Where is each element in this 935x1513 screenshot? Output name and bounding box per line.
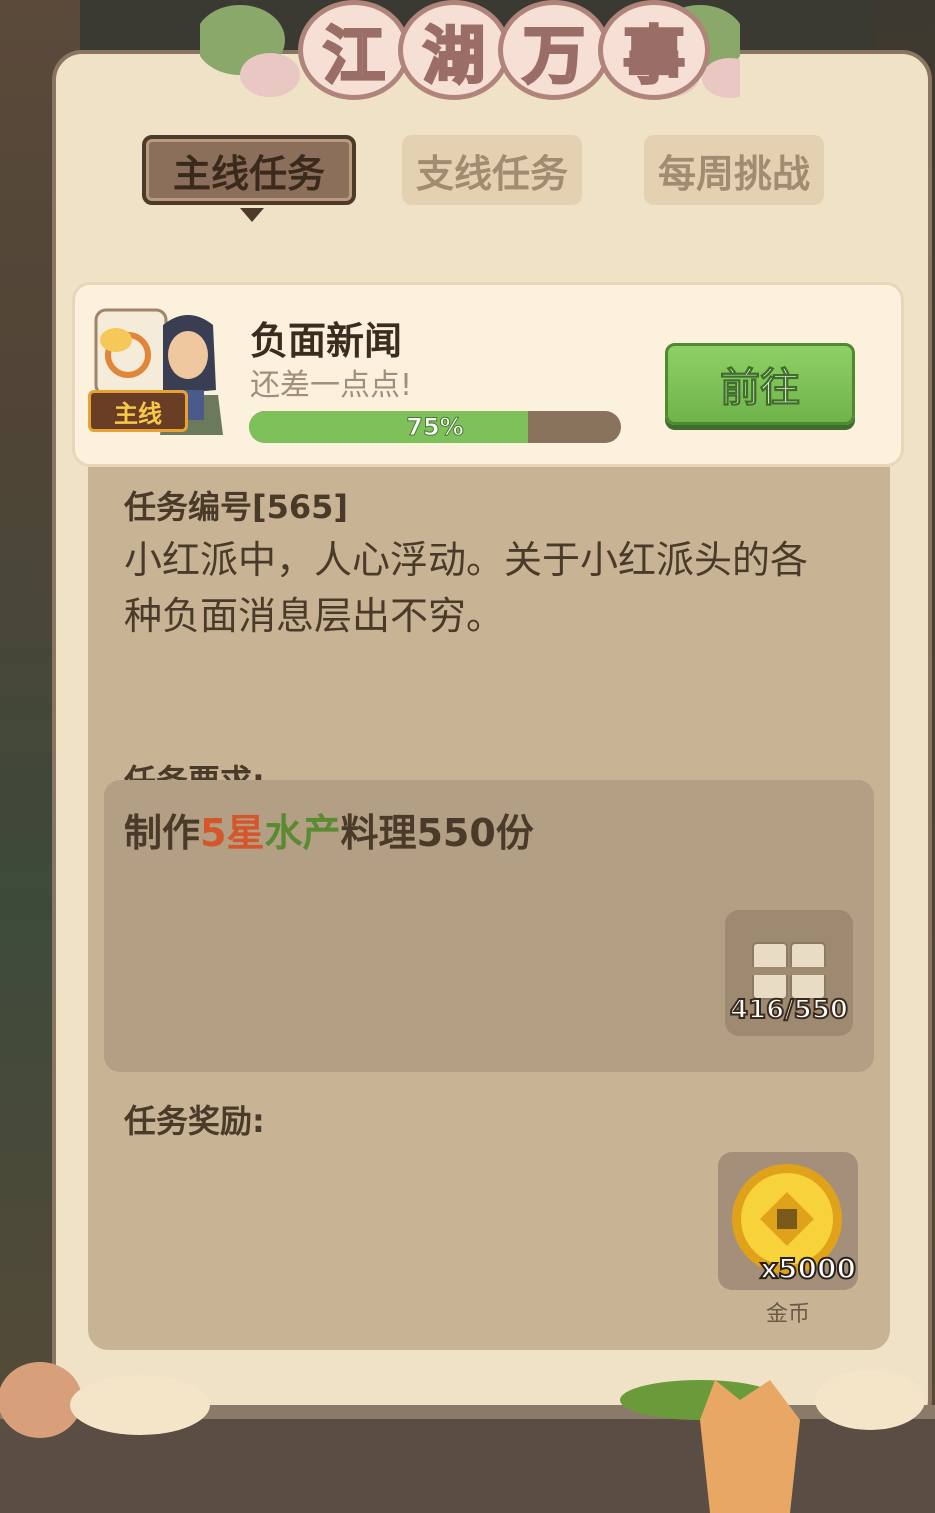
title-char-2: 湖 (398, 0, 510, 100)
task-title: 负面新闻 (250, 319, 403, 363)
task-number-label: 任务编号[565] (124, 488, 349, 526)
reward-count: x5000 (759, 1251, 857, 1286)
reward-name: 金币 (765, 1302, 810, 1327)
requirement-suffix: 料理550份 (340, 811, 534, 855)
task-subtitle: 还差一点点! (250, 368, 413, 403)
main-quest-badge: 主线 (88, 390, 188, 432)
requirement-prefix: 制作 (124, 811, 201, 855)
title-char-1: 江 (298, 0, 410, 100)
title-char-4: 事 (598, 0, 710, 100)
task-description: 小红派中，人心浮动。关于小红派头的各种负面消息层出不穷。 (124, 538, 809, 638)
reward-label: 任务奖励: (124, 1102, 265, 1140)
requirement-category: 水产 (264, 811, 341, 855)
requirement-text: 制作5星水产料理550份 (124, 802, 534, 857)
task-progress-bar: 75% (249, 411, 621, 443)
tab-main-quest[interactable]: 主线任务 (142, 135, 356, 205)
tab-side-quest[interactable]: 支线任务 (402, 135, 582, 205)
tab-weekly-challenge[interactable]: 每周挑战 (644, 135, 824, 205)
active-tab-pointer (240, 208, 264, 222)
requirement-star: 5星 (200, 811, 265, 855)
requirement-item-count: 416/550 (729, 994, 849, 1026)
go-button[interactable]: 前往 (665, 343, 855, 425)
progress-label: 75% (406, 413, 464, 442)
bottom-food-decoration (0, 1362, 935, 1513)
title-char-3: 万 (498, 0, 610, 100)
